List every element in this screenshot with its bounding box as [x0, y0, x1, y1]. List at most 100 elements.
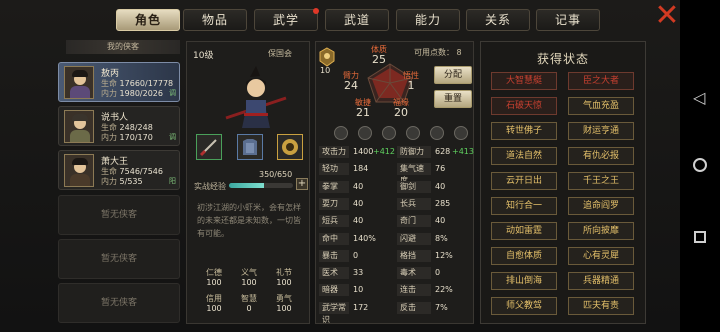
stat-label: 格挡 [397, 249, 431, 262]
stat-label: 防御力 [397, 146, 431, 158]
tab-martial-way[interactable]: 武道 [325, 9, 389, 31]
stat-value: 76 [435, 164, 446, 174]
status-badge: 调 [169, 133, 176, 141]
skill-slot-icon[interactable] [430, 126, 444, 140]
skill-slot-icon[interactable] [406, 126, 420, 140]
status-title: 获得状态 [536, 52, 589, 66]
stat-label: 闪避 [397, 232, 431, 245]
stat-value: 184 [353, 164, 369, 174]
notification-dot [313, 8, 319, 14]
stat-row: 拳掌 40 御剑 40 [319, 180, 471, 193]
skill-slot-icon[interactable] [334, 126, 348, 140]
back-icon[interactable]: ◁ [693, 88, 705, 107]
attr-agility: 敏捷 21 [355, 98, 371, 119]
status-tag[interactable]: 臣之大者 [568, 72, 634, 90]
rank-badge-icon [319, 47, 335, 67]
weapon-slot[interactable] [196, 134, 222, 160]
exp-label: 实战经验 [194, 182, 226, 191]
accessory-slot[interactable] [277, 134, 303, 160]
close-icon[interactable]: ✕ [654, 1, 680, 31]
stat-value: 40 [353, 181, 364, 191]
status-tag[interactable]: 排山倒海 [491, 272, 557, 290]
status-tag[interactable]: 兵器精通 [568, 272, 634, 290]
stat-value: 22% [435, 285, 453, 295]
stat-bonus: +413 [452, 147, 474, 156]
stat-row: 短兵 40 奇门 40 [319, 215, 471, 228]
stat-row: 暴击 0 格挡 12% [319, 249, 471, 262]
recents-icon[interactable] [694, 231, 706, 243]
stat-row: 命中 140% 闪避 8% [319, 232, 471, 245]
home-icon[interactable] [693, 158, 707, 172]
tab-martial-arts[interactable]: 武学 [254, 8, 319, 31]
status-tag[interactable]: 千王之王 [568, 172, 634, 190]
tab-relations[interactable]: 关系 [466, 9, 530, 31]
status-tag[interactable]: 石破天惊 [491, 97, 557, 115]
status-tag[interactable]: 师父教驾 [491, 297, 557, 315]
status-tag[interactable]: 匹夫有责 [568, 297, 634, 315]
stat-label: 武学常识 [319, 301, 349, 324]
empty-slot[interactable]: 暂无侠客 [58, 239, 180, 279]
plus-icon[interactable]: + [296, 178, 308, 190]
stat-value: 8% [435, 233, 448, 243]
status-tag[interactable]: 追命阎罗 [568, 197, 634, 215]
attr-luck: 福缘 20 [393, 98, 409, 119]
status-tag[interactable]: 财运亨通 [568, 122, 634, 140]
status-tag[interactable]: 知行合一 [491, 197, 557, 215]
status-tag[interactable]: 心有灵犀 [568, 247, 634, 265]
character-card[interactable]: 萧大王 生命 7546/7546 内力 5/535 阳 [58, 150, 180, 190]
stat-bonus: +412 [373, 147, 395, 156]
status-tag[interactable]: 转世佛子 [491, 122, 557, 140]
tab-items[interactable]: 物品 [183, 9, 247, 31]
stat-label: 短兵 [319, 215, 349, 228]
stat-label: 毒术 [397, 267, 431, 280]
stat-row: 攻击力 1400 防御力 628 +412 +413 [319, 146, 474, 158]
reset-button[interactable]: 重置 [434, 90, 472, 108]
skill-slot-icon[interactable] [382, 126, 396, 140]
avatar [64, 110, 94, 143]
stat-label: 奇门 [397, 215, 431, 228]
virtue: 仁德 100 [206, 268, 222, 287]
status-badge: 阳 [169, 177, 176, 185]
virtue: 义气 100 [241, 268, 257, 287]
tab-journal[interactable]: 记事 [536, 9, 600, 31]
status-tag[interactable]: 云开日出 [491, 172, 557, 190]
character-card[interactable]: 敖丙 生命 17660/17778 内力 1980/2026 调 [58, 62, 180, 102]
list-title: 我的侠客 [66, 40, 180, 54]
status-tag[interactable]: 道法自然 [491, 147, 557, 165]
stat-value: 172 [353, 302, 369, 312]
armor-slot[interactable] [237, 134, 263, 160]
stat-label: 医术 [319, 267, 349, 280]
empty-slot[interactable]: 暂无侠客 [58, 283, 180, 323]
status-tag[interactable]: 气血充盈 [568, 97, 634, 115]
status-tag[interactable]: 自愈体质 [491, 247, 557, 265]
stat-label: 集气速度 [397, 163, 431, 185]
stat-value: 40 [353, 216, 364, 226]
empty-slot[interactable]: 暂无侠客 [58, 195, 180, 235]
stat-value: 40 [353, 198, 364, 208]
virtue: 智慧 0 [241, 294, 257, 313]
sect-label: 保国会 [268, 49, 292, 58]
tab-role[interactable]: 角色 [116, 9, 180, 31]
status-tag[interactable]: 所向披靡 [568, 222, 634, 240]
attr-constitution: 体质 25 [371, 45, 387, 66]
stat-value: 40 [435, 216, 446, 226]
hero-portrait [225, 66, 287, 128]
status-tag[interactable]: 大智慧艇 [491, 72, 557, 90]
available-points: 可用点数： 8 [414, 48, 462, 57]
virtue: 勇气 100 [276, 294, 292, 313]
allocate-button[interactable]: 分配 [434, 66, 472, 84]
status-tag[interactable]: 有仇必报 [568, 147, 634, 165]
stat-row: 医术 33 毒术 0 [319, 267, 471, 280]
status-tag[interactable]: 动如雷霆 [491, 222, 557, 240]
tab-abilities[interactable]: 能力 [396, 9, 460, 31]
virtue: 礼节 100 [276, 268, 292, 287]
skill-slot-icon[interactable] [358, 126, 372, 140]
character-card[interactable]: 说书人 生命 248/248 内力 170/170 调 [58, 106, 180, 146]
skill-slot-icon[interactable] [454, 126, 468, 140]
status-badge: 调 [169, 89, 176, 97]
stat-label: 暴击 [319, 249, 349, 262]
attr-comprehension: 悟性 1 [403, 71, 419, 92]
stat-value: 0 [435, 268, 441, 278]
stat-label: 轻功 [319, 163, 349, 176]
stat-value: 140% [353, 233, 376, 243]
